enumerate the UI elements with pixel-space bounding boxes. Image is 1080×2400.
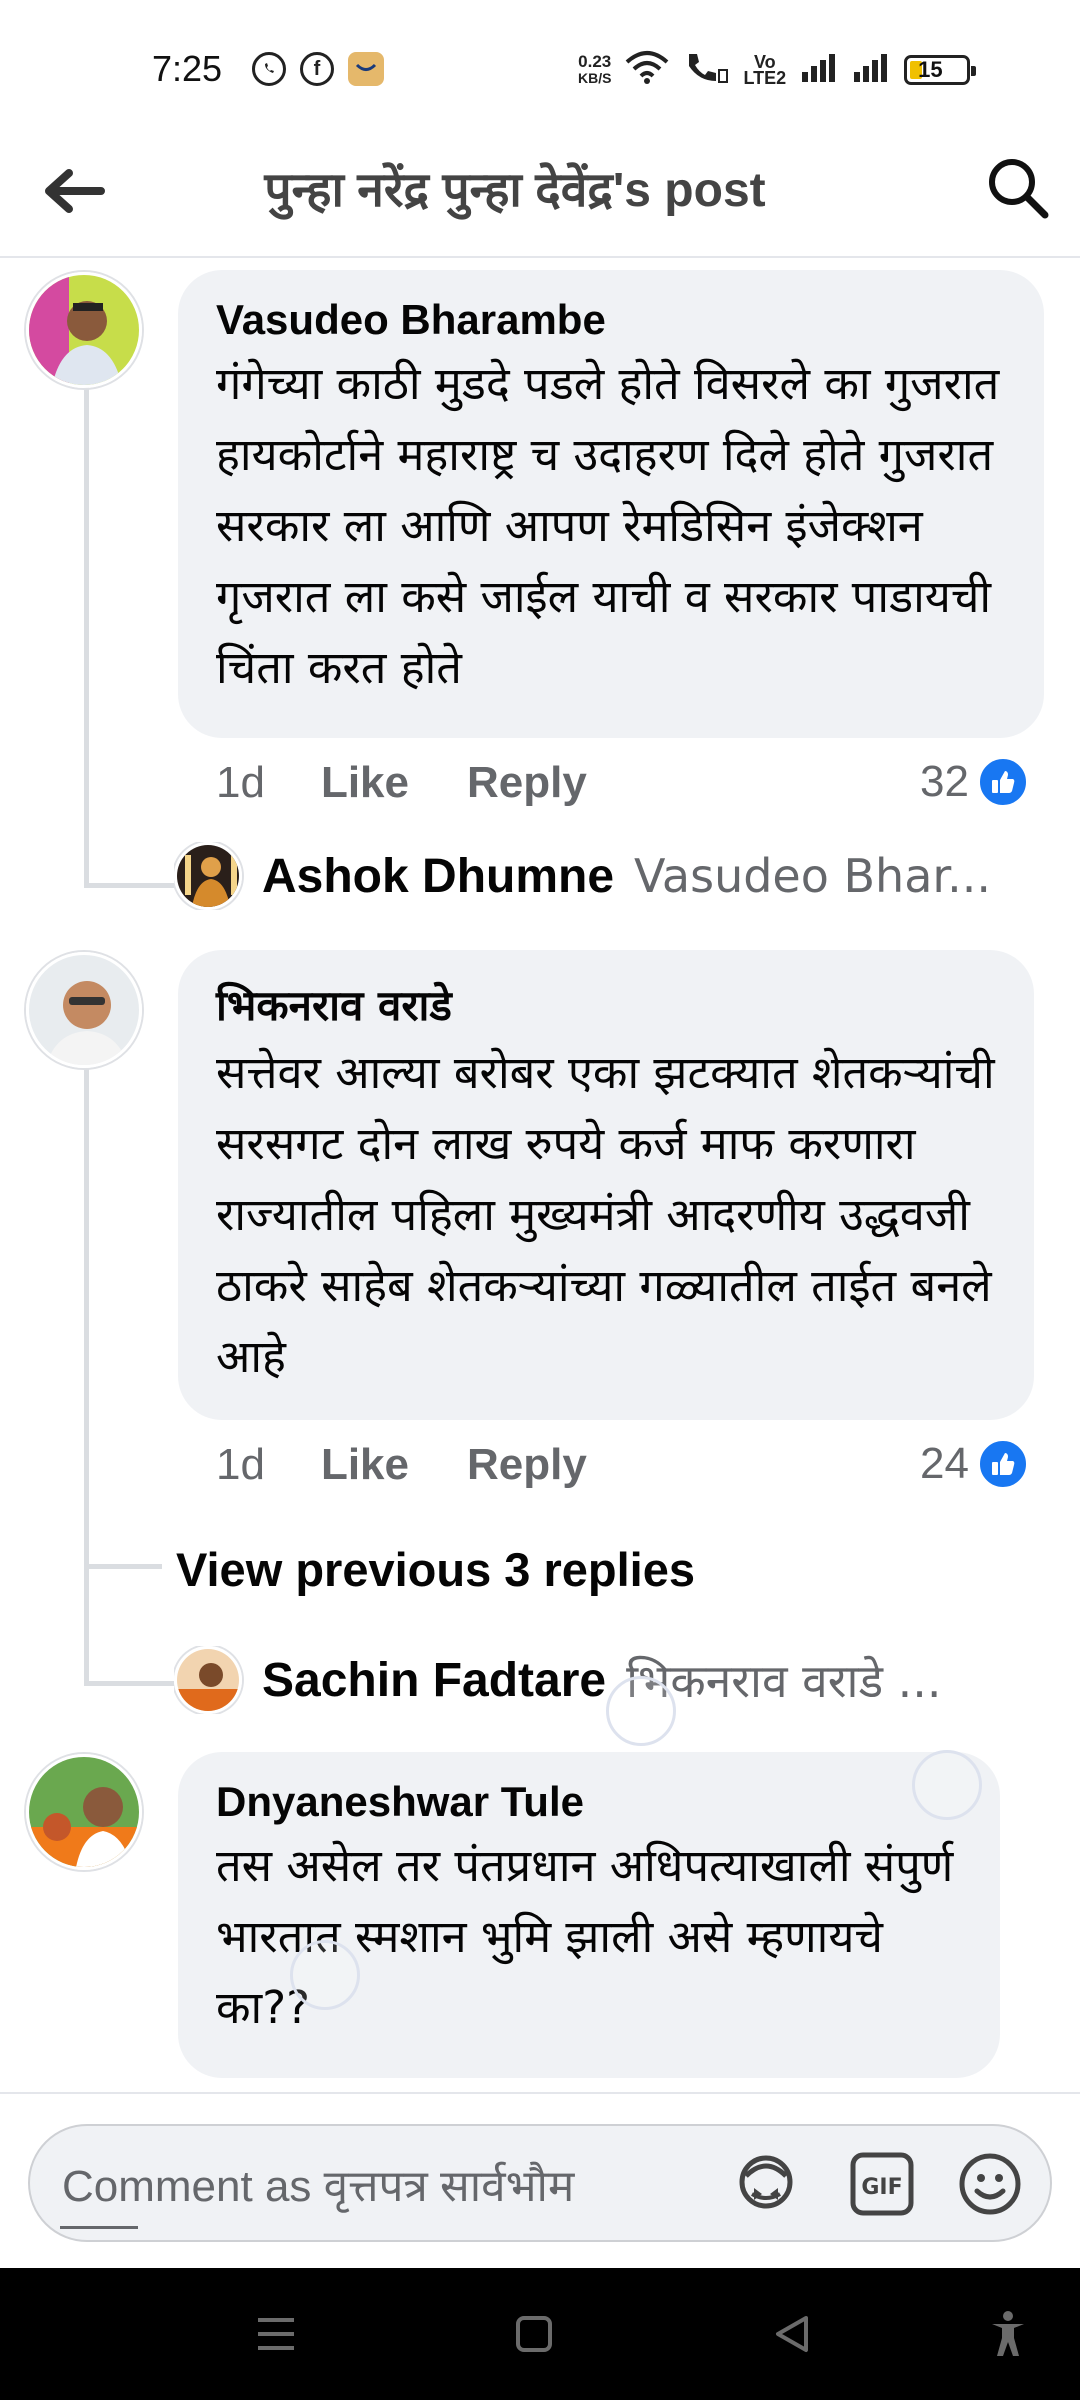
like-button[interactable]: Like [321,1440,409,1490]
signal-icon-sim1 [800,52,838,87]
network-speed: 0.23 KB/S [578,51,612,86]
avatar [174,842,242,910]
notification-icons: f [252,52,384,86]
reply-preview[interactable]: Sachin Fadtare भिकनराव वराडे ... [174,1646,1024,1714]
reply-button[interactable]: Reply [467,1440,587,1490]
reaction-count: 32 [920,757,969,806]
comment-actions: 1d Like Reply [216,758,645,808]
avatar-sticker-icon [739,2155,793,2209]
shopping-icon [348,52,384,86]
like-button[interactable]: Like [321,758,409,808]
home-nav-button[interactable] [502,2302,566,2366]
view-previous-replies[interactable]: View previous 3 replies [176,1542,695,1597]
battery-level: 15 [918,56,943,82]
reply-text: Vasudeo Bhar... [634,849,991,903]
avatar [174,1646,242,1714]
comment-placeholder: Comment as वृत्तपत्र सार्वभौम [62,2162,575,2211]
accessibility-icon [992,2311,1024,2356]
gif-icon: GIF [850,2152,914,2216]
comment-author[interactable]: Dnyaneshwar Tule [216,1778,962,1826]
status-time: 7:25 [152,48,223,89]
thread-line [84,1681,174,1686]
signal-icon-sim2 [852,52,890,87]
comment-input[interactable]: Comment as वृत्तपत्र सार्वभौम GIF [28,2124,1052,2242]
back-triangle-icon [776,2316,808,2352]
menu-nav-button[interactable] [244,2302,308,2366]
thread-line [84,386,89,888]
comment-bubble[interactable]: Dnyaneshwar Tule तस असेल तर पंतप्रधान अध… [178,1752,1000,2078]
back-nav-button[interactable] [760,2302,824,2366]
reply-preview[interactable]: Ashok Dhumne Vasudeo Bhar... [174,842,1044,910]
whatsapp-icon [252,52,286,86]
comment-time[interactable]: 1d [216,1440,265,1490]
thumbs-up-icon [976,756,1029,808]
reply-author[interactable]: Sachin Fadtare [262,1653,606,1708]
comment-composer: Comment as वृत्तपत्र सार्वभौम GIF [0,2092,1080,2268]
comment-author[interactable]: भिकनराव वराडे [216,976,996,1033]
smiley-icon [959,2153,1021,2215]
battery-icon: 15 [904,54,977,85]
volte-icon: Vo LTE2 [743,51,787,88]
touch-indicator [290,1940,360,2010]
touch-indicator [606,1676,676,1746]
app-header: पुन्हा नरेंद्र पुन्हा देवेंद्र's post [0,130,1080,258]
comment-bubble[interactable]: Vasudeo Bharambe गंगेच्या काठी मुडदे पडल… [178,270,1044,738]
reaction-summary[interactable]: 24 [920,1438,1029,1490]
thumbs-up-icon [976,1438,1029,1490]
thread-line [84,1068,89,1686]
avatar-sticker-button[interactable] [730,2148,802,2220]
search-icon [989,159,1049,219]
menu-icon [258,2318,294,2350]
thread-line [84,1564,162,1569]
facebook-icon: f [300,52,334,86]
comment-actions: 1d Like Reply [216,1440,645,1490]
avatar[interactable] [26,952,142,1068]
search-button[interactable] [980,150,1056,226]
status-bar: 7:25 f 0.23 KB/S Vo LTE2 15 [0,0,1080,130]
accessibility-nav-button[interactable] [976,2302,1040,2366]
comment-author[interactable]: Vasudeo Bharambe [216,296,1006,344]
reaction-count: 24 [920,1439,969,1488]
svg-text:GIF: GIF [861,2175,902,2200]
system-nav-bar [0,2268,1080,2400]
status-right: 0.23 KB/S Vo LTE2 15 [578,50,977,89]
touch-indicator [912,1750,982,1820]
avatar[interactable] [26,1754,142,1870]
emoji-button[interactable] [954,2148,1026,2220]
comment-text: सत्तेवर आल्या बरोबर एका झटक्यात शेतकऱ्या… [216,1046,995,1383]
page-title: पुन्हा नरेंद्र पुन्हा देवेंद्र's post [264,164,766,217]
reaction-summary[interactable]: 32 [920,756,1029,808]
home-square-icon [516,2316,552,2352]
comment-bubble[interactable]: भिकनराव वराडे सत्तेवर आल्या बरोबर एका झट… [178,950,1034,1420]
wifi-calling-icon [683,50,729,89]
comment-text: गंगेच्या काठी मुडदे पडले होते विसरले का … [216,357,1000,694]
comment-text: तस असेल तर पंतप्रधान अधिपत्याखाली संपुर्… [216,1839,954,2034]
wifi-icon [625,50,669,89]
avatar[interactable] [26,272,142,388]
thread-line [84,883,174,888]
reply-author[interactable]: Ashok Dhumne [262,849,614,904]
comment-time[interactable]: 1d [216,758,265,808]
reply-button[interactable]: Reply [467,758,587,808]
gif-button[interactable]: GIF [846,2148,918,2220]
